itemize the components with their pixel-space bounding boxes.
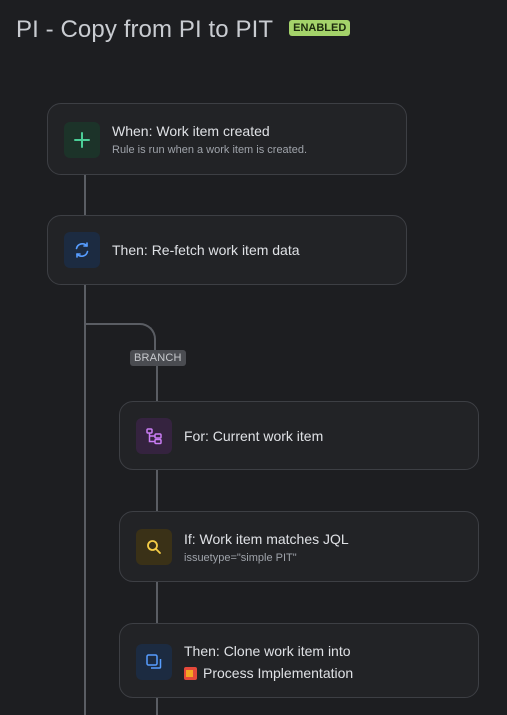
- refresh-icon: [75, 242, 89, 258]
- clone-target[interactable]: Process Implementation: [184, 665, 353, 681]
- connector-line: [156, 582, 158, 624]
- connector-line: [156, 366, 158, 402]
- refetch-card[interactable]: Then: Re-fetch work item data: [47, 215, 407, 285]
- condition-card[interactable]: If: Work item matches JQL issuetype="sim…: [119, 511, 479, 582]
- for-title: For: Current work item: [184, 428, 324, 444]
- plus-icon: [74, 132, 90, 148]
- connector-line: [156, 698, 158, 715]
- search-icon: [147, 540, 161, 554]
- clone-target-project: Process Implementation: [203, 665, 354, 681]
- trigger-subtitle: Rule is run when a work item is created.: [112, 144, 308, 156]
- clone-icon: [146, 654, 162, 669]
- rule-title: PI - Copy from PI to PIT: [16, 16, 274, 43]
- condition-icon-box: [136, 529, 172, 565]
- clone-card[interactable]: Then: Clone work item into Process Imple…: [119, 623, 479, 698]
- condition-subtitle: issuetype="simple PIT": [184, 552, 297, 564]
- clone-title: Then: Clone work item into: [184, 643, 351, 659]
- clone-icon-box: [136, 644, 172, 680]
- branch-tree-icon: [146, 428, 162, 445]
- trigger-title: When: Work item created: [112, 123, 270, 139]
- project-flag-icon: [184, 667, 197, 680]
- refetch-title: Then: Re-fetch work item data: [112, 242, 300, 258]
- connector-line: [156, 470, 158, 512]
- condition-title: If: Work item matches JQL: [184, 531, 349, 547]
- connector-line: [84, 175, 86, 216]
- status-badge: ENABLED: [289, 20, 351, 36]
- for-icon-box: [136, 418, 172, 454]
- trigger-card[interactable]: When: Work item created Rule is run when…: [47, 103, 407, 175]
- trigger-icon-box: [64, 122, 100, 158]
- refetch-icon-box: [64, 232, 100, 268]
- rule-header: PI - Copy from PI to PIT ENABLED: [16, 16, 351, 44]
- for-card[interactable]: For: Current work item: [119, 401, 479, 470]
- branch-label: BRANCH: [130, 350, 186, 366]
